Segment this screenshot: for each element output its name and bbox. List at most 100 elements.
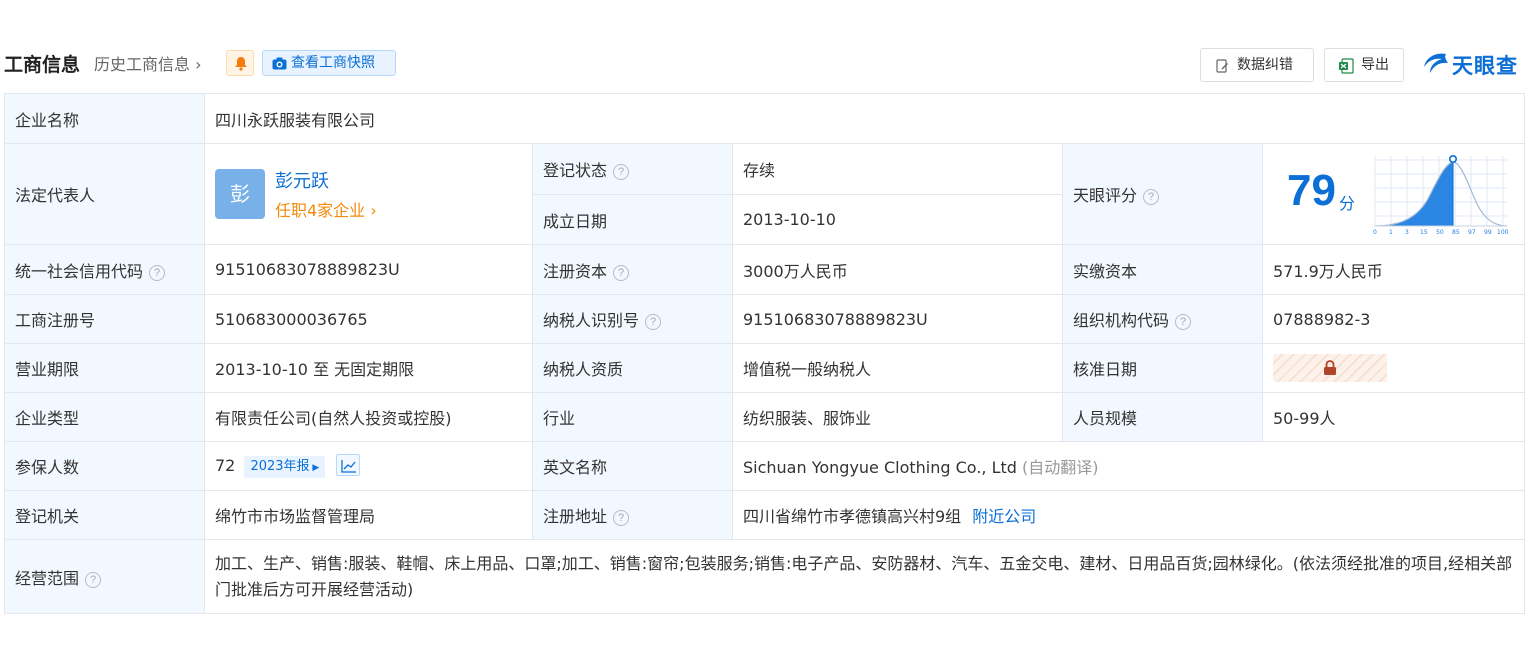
score-unit: 分	[1339, 194, 1356, 213]
help-icon[interactable]: ?	[85, 571, 102, 588]
help-icon[interactable]: ?	[613, 264, 630, 281]
section-header: 工商信息 历史工商信息 › 查看工商快照 数据纠错 导出 天眼查	[4, 46, 1526, 82]
english-name-label: 英文名称	[532, 441, 733, 491]
company-name: 四川永跃服装有限公司	[204, 93, 1525, 144]
annual-report-tag[interactable]: 2023年报 ▶	[244, 456, 326, 478]
industry: 纺织服装、服饰业	[732, 392, 1063, 442]
export-label: 导出	[1361, 57, 1389, 73]
chevron-right-icon: ›	[365, 201, 377, 220]
reg-status-label: 登记状态	[543, 161, 608, 180]
business-scope: 加工、生产、销售:服装、鞋帽、床上用品、口罩;加工、销售:窗帘;包装服务;销售:…	[204, 539, 1525, 614]
data-correction-button[interactable]: 数据纠错	[1200, 48, 1314, 82]
found-date: 2013-10-10	[732, 194, 1063, 245]
paid-capital-label: 实缴资本	[1062, 244, 1263, 295]
help-icon[interactable]: ?	[645, 314, 662, 330]
table-row: 营业期限 2013-10-10 至 无固定期限 纳税人资质 增值税一般纳税人 核…	[4, 343, 1525, 393]
table-row: 企业类型 有限责任公司(自然人投资或控股) 行业 纺织服装、服饰业 人员规模 5…	[4, 392, 1525, 442]
help-icon[interactable]: ?	[1175, 314, 1192, 330]
staff-size-label: 人员规模	[1062, 392, 1263, 442]
table-row: 法定代表人 彭 彭元跃 任职4家企业 › 登记状态? 存续 天眼评分? 79 分	[4, 143, 1525, 245]
org-code-label: 组织机构代码	[1073, 311, 1170, 330]
annual-report-label: 2023年报	[250, 459, 310, 474]
business-info-table: 企业名称 四川永跃服装有限公司 法定代表人 彭 彭元跃 任职4家企业 › 登记状…	[4, 93, 1525, 614]
legal-rep-roles-link[interactable]: 任职4家企业 ›	[275, 197, 377, 221]
snapshot-label: 查看工商快照	[291, 55, 375, 71]
help-icon[interactable]: ?	[1143, 189, 1160, 205]
org-code: 07888982-3	[1262, 294, 1525, 344]
camera-icon	[272, 57, 287, 70]
excel-icon	[1339, 58, 1354, 74]
legal-rep-roles-text: 任职4家企业	[275, 201, 366, 220]
address-cell: 四川省绵竹市孝德镇高兴村9组 附近公司	[732, 490, 1525, 540]
score-axis-label: 1	[1389, 229, 1393, 236]
table-row: 参保人数 72 2023年报 ▶ 英文名称 Sichuan Yongyue Cl…	[4, 441, 1525, 491]
company-type: 有限责任公司(自然人投资或控股)	[204, 392, 533, 442]
legal-rep-name-link[interactable]: 彭元跃	[275, 167, 329, 193]
credit-code-label-cell: 统一社会信用代码?	[4, 244, 205, 295]
score-axis-label: 97	[1468, 229, 1476, 236]
found-date-label: 成立日期	[532, 194, 733, 245]
taxpayer-id-label: 纳税人识别号	[543, 311, 640, 330]
chevron-right-icon: ›	[190, 55, 202, 74]
score-label: 天眼评分	[1073, 186, 1138, 205]
credit-code-label: 统一社会信用代码	[15, 261, 144, 281]
auto-translate-note: (自动翻译)	[1022, 458, 1099, 477]
insured-cell: 72 2023年报 ▶	[204, 441, 533, 491]
credit-code: 91510683078889823U	[204, 244, 533, 295]
score-axis-label: 100	[1497, 229, 1509, 236]
score-axis-label: 50	[1436, 229, 1444, 236]
approval-date-cell	[1262, 343, 1525, 393]
taxpayer-id-label-cell: 纳税人识别号?	[532, 294, 733, 344]
industry-label: 行业	[532, 392, 733, 442]
help-icon[interactable]: ?	[613, 510, 630, 526]
term: 2013-10-10 至 无固定期限	[204, 343, 533, 393]
authority-label: 登记机关	[4, 490, 205, 540]
score-axis-label: 3	[1405, 229, 1409, 236]
table-row: 登记机关 绵竹市市场监督管理局 注册地址? 四川省绵竹市孝德镇高兴村9组 附近公…	[4, 490, 1525, 540]
tianyancha-logo: 天眼查	[1422, 48, 1526, 80]
legal-rep-cell: 彭 彭元跃 任职4家企业 ›	[204, 143, 533, 245]
help-icon[interactable]: ?	[149, 264, 166, 281]
taxpayer-qual-label: 纳税人资质	[532, 343, 733, 393]
insured-label: 参保人数	[4, 441, 205, 491]
biz-reg-no: 510683000036765	[204, 294, 533, 344]
english-name: Sichuan Yongyue Clothing Co., Ltd	[743, 458, 1017, 477]
company-name-label: 企业名称	[4, 93, 205, 144]
edit-doc-icon	[1216, 59, 1228, 73]
table-row: 工商注册号 510683000036765 纳税人识别号? 9151068307…	[4, 294, 1525, 344]
data-correction-label: 数据纠错	[1237, 57, 1293, 73]
reg-capital-label-cell: 注册资本?	[532, 244, 733, 295]
eye-logo-icon	[1424, 53, 1448, 73]
biz-reg-no-label: 工商注册号	[4, 294, 205, 344]
help-icon[interactable]: ?	[613, 164, 630, 180]
score-label-cell: 天眼评分?	[1062, 143, 1263, 245]
address-label: 注册地址	[543, 507, 608, 526]
taxpayer-id: 91510683078889823U	[732, 294, 1063, 344]
history-info-link[interactable]: 历史工商信息 ›	[94, 51, 202, 75]
logo-text: 天眼查	[1452, 54, 1518, 78]
org-code-label-cell: 组织机构代码?	[1062, 294, 1263, 344]
nearby-companies-link[interactable]: 附近公司	[972, 507, 1036, 526]
export-button[interactable]: 导出	[1324, 48, 1404, 82]
avatar[interactable]: 彭	[215, 169, 265, 219]
staff-size: 50-99人	[1262, 392, 1525, 442]
locked-value[interactable]	[1273, 354, 1387, 382]
insured-count: 72	[215, 456, 236, 475]
history-info-label: 历史工商信息	[94, 55, 191, 74]
score-value: 79	[1287, 166, 1336, 215]
english-name-cell: Sichuan Yongyue Clothing Co., Ltd (自动翻译)	[732, 441, 1525, 491]
reg-status-label-cell: 登记状态?	[532, 143, 733, 195]
section-title: 工商信息	[4, 54, 81, 76]
triangle-right-icon: ▶	[309, 463, 320, 473]
table-row: 企业名称 四川永跃服装有限公司	[4, 93, 1525, 144]
address: 四川省绵竹市孝德镇高兴村9组	[743, 507, 962, 526]
snapshot-button[interactable]: 查看工商快照	[262, 50, 396, 76]
subscribe-button[interactable]	[226, 50, 254, 76]
legal-rep-label: 法定代表人	[4, 143, 205, 245]
score-axis-label: 99	[1484, 229, 1492, 236]
score-axis-label: 85	[1452, 229, 1460, 236]
paid-capital: 571.9万人民币	[1262, 244, 1525, 295]
score-cell[interactable]: 79 分 0 1 3 15 50 85 97 99 100	[1262, 143, 1525, 245]
scope-label-cell: 经营范围?	[4, 539, 205, 614]
trend-chart-button[interactable]	[336, 454, 361, 476]
